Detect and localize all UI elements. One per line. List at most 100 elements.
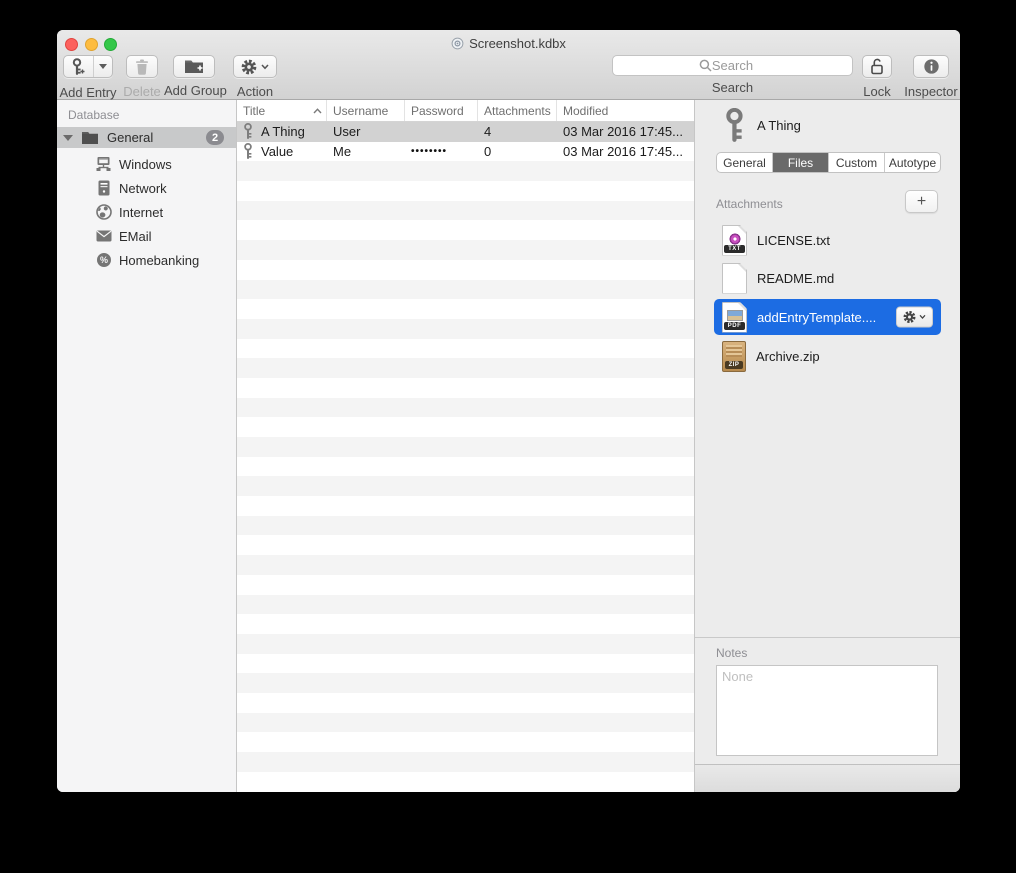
sort-ascending-icon	[313, 108, 322, 114]
add-group-label: Add Group	[164, 83, 224, 98]
sidebar-item-internet[interactable]: Internet	[57, 200, 236, 224]
table-row-empty[interactable]	[237, 752, 694, 772]
table-row[interactable]: Value Me •••••••• 0 03 Mar 2016 17:45...	[237, 142, 694, 162]
table-row-empty[interactable]	[237, 476, 694, 496]
gear-icon	[241, 59, 257, 75]
action-button[interactable]	[233, 55, 277, 78]
app-window: Screenshot.kdbx Ad	[57, 30, 960, 792]
delete-label: Delete	[121, 84, 163, 99]
key-plus-icon[interactable]	[64, 56, 94, 77]
add-attachment-button[interactable]: +	[905, 190, 938, 213]
add-entry-button[interactable]	[63, 55, 113, 78]
table-row-empty[interactable]	[237, 496, 694, 516]
entry-username: User	[327, 124, 405, 139]
table-body: A Thing User 4 03 Mar 2016 17:45...	[237, 122, 694, 792]
attachment-action-button[interactable]	[896, 307, 933, 328]
inspector-bottom-bar	[695, 765, 960, 792]
attachment-row[interactable]: README.md	[714, 259, 941, 297]
table-row-empty[interactable]	[237, 437, 694, 457]
svg-text:%: %	[99, 255, 107, 265]
attachment-row[interactable]: TXT LICENSE.txt	[714, 221, 941, 259]
sidebar-item-label: Network	[119, 181, 167, 196]
attachment-name: README.md	[757, 271, 834, 286]
toolbar-item-search: Search	[612, 55, 853, 95]
tab-custom[interactable]: Custom	[829, 153, 885, 172]
table-row-empty[interactable]	[237, 516, 694, 536]
attachments-header: Attachments	[716, 197, 783, 211]
table-row-empty[interactable]	[237, 535, 694, 555]
column-header-password[interactable]: Password	[405, 100, 478, 121]
notes-input[interactable]	[716, 665, 938, 756]
table-row-empty[interactable]	[237, 240, 694, 260]
table-row-empty[interactable]	[237, 634, 694, 654]
table-row-empty[interactable]	[237, 319, 694, 339]
table-row-empty[interactable]	[237, 713, 694, 733]
delete-button[interactable]	[126, 55, 158, 78]
table-row-empty[interactable]	[237, 693, 694, 713]
table-row-empty[interactable]	[237, 575, 694, 595]
table-row-empty[interactable]	[237, 280, 694, 300]
search-input[interactable]	[612, 55, 853, 76]
table-row-empty[interactable]	[237, 398, 694, 418]
table-row-empty[interactable]	[237, 299, 694, 319]
tab-autotype[interactable]: Autotype	[885, 153, 940, 172]
table-row-empty[interactable]	[237, 201, 694, 221]
disclosure-triangle-icon[interactable]	[63, 135, 73, 141]
table-row-empty[interactable]	[237, 260, 694, 280]
chevron-down-icon	[919, 315, 926, 320]
chevron-down-icon	[261, 64, 269, 70]
key-icon	[243, 123, 254, 140]
tab-general[interactable]: General	[717, 153, 773, 172]
action-label: Action	[231, 84, 279, 99]
zip-file-icon: ZIP	[722, 341, 746, 372]
table-row-empty[interactable]	[237, 161, 694, 181]
search-label: Search	[612, 80, 853, 95]
desktop-background: Screenshot.kdbx Ad	[0, 0, 1016, 873]
column-header-attachments[interactable]: Attachments	[478, 100, 557, 121]
entries-table: Title Username Password Attachments Modi…	[237, 100, 695, 792]
add-entry-label: Add Entry	[57, 85, 119, 100]
entry-title: Value	[261, 144, 293, 159]
column-header-modified[interactable]: Modified	[557, 100, 694, 121]
table-row-empty[interactable]	[237, 654, 694, 674]
sidebar-item-windows[interactable]: Windows	[57, 152, 236, 176]
attachment-name: Archive.zip	[756, 349, 820, 364]
table-row-empty[interactable]	[237, 732, 694, 752]
globe-icon	[95, 204, 112, 220]
table-row-empty[interactable]	[237, 673, 694, 693]
column-header-username[interactable]: Username	[327, 100, 405, 121]
sidebar-item-homebanking[interactable]: % Homebanking	[57, 248, 236, 272]
sidebar-item-network[interactable]: Network	[57, 176, 236, 200]
sidebar-item-email[interactable]: EMail	[57, 224, 236, 248]
inspector-entry-title: A Thing	[757, 118, 801, 133]
table-row-empty[interactable]	[237, 457, 694, 477]
envelope-icon	[95, 230, 112, 242]
table-row-empty[interactable]	[237, 772, 694, 792]
attachment-row-selected[interactable]: PDF addEntryTemplate....	[714, 299, 941, 335]
inspector-label: Inspector	[902, 84, 960, 99]
table-row-empty[interactable]	[237, 417, 694, 437]
table-row-empty[interactable]	[237, 555, 694, 575]
table-row-empty[interactable]	[237, 181, 694, 201]
add-entry-dropdown[interactable]	[94, 56, 112, 77]
table-row-empty[interactable]	[237, 358, 694, 378]
entry-modified: 03 Mar 2016 17:45...	[557, 144, 694, 159]
add-group-button[interactable]	[173, 55, 215, 78]
pdf-file-icon: PDF	[722, 302, 747, 333]
lock-button[interactable]	[862, 55, 892, 78]
attachment-name: LICENSE.txt	[757, 233, 830, 248]
table-row-empty[interactable]	[237, 378, 694, 398]
table-row[interactable]: A Thing User 4 03 Mar 2016 17:45...	[237, 122, 694, 142]
attachment-row[interactable]: ZIP Archive.zip	[714, 337, 941, 375]
table-row-empty[interactable]	[237, 220, 694, 240]
toolbar-item-lock: Lock	[857, 55, 897, 99]
table-row-empty[interactable]	[237, 595, 694, 615]
table-row-empty[interactable]	[237, 614, 694, 634]
key-icon	[243, 143, 254, 160]
column-header-title[interactable]: Title	[237, 100, 327, 121]
table-row-empty[interactable]	[237, 339, 694, 359]
tab-files[interactable]: Files	[773, 153, 829, 172]
sidebar-item-label: Windows	[119, 157, 172, 172]
sidebar-item-general[interactable]: General 2	[57, 127, 236, 148]
inspector-button[interactable]	[913, 55, 949, 78]
